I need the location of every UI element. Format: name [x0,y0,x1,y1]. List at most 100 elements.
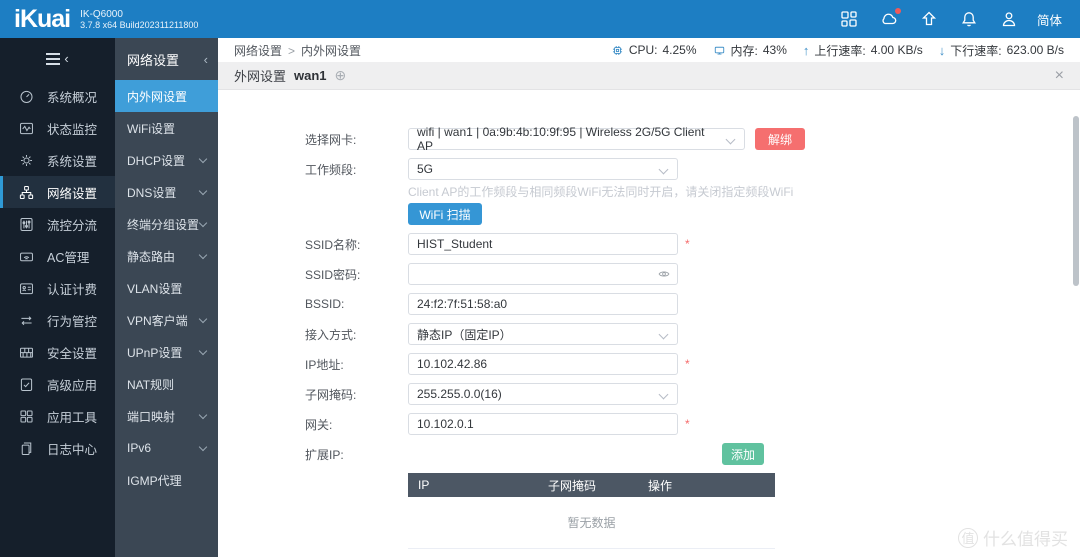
sidebar-item-advanced-apps[interactable]: 高级应用 [0,368,115,400]
sidebar-item-label: 高级应用 [47,378,98,393]
scrollbar-thumb[interactable] [1073,116,1079,286]
logs-icon [21,441,32,455]
mask-label: 子网掩码: [305,387,357,402]
cpu-icon [612,45,622,55]
downlink-value: 623.00 B/s [1006,43,1064,57]
id-card-icon [20,282,33,294]
breadcrumb-root[interactable]: 网络设置 [234,44,282,58]
sidebar-item-system-settings[interactable]: 系统设置 [0,144,115,176]
band-row: 工作频段: 5G [218,158,1080,180]
wifi-scan-button[interactable]: WiFi 扫描 [408,203,482,225]
chevron-down-icon [198,250,208,259]
ip-label: IP地址: [305,357,344,372]
gear-icon [20,154,33,166]
breadcrumb-current: 内外网设置 [301,43,362,58]
memory-value: 43% [762,43,787,57]
sidebar-item-app-tools[interactable]: 应用工具 [0,400,115,432]
gauge-icon [20,90,33,103]
monitor-wave-icon [20,122,33,134]
submenu-item-igmp-proxy[interactable]: IGMP代理 [115,464,218,496]
wifi-device-icon [20,252,33,261]
wan-tab-bar: 外网设置 wan1 ⊕ × [218,62,1080,90]
sidebar-item-label: 安全设置 [47,346,98,361]
firmware-build: 3.7.8 x64 Build202311211800 [80,20,199,30]
col-actions: 操作 [648,478,673,493]
eye-icon[interactable] [657,267,671,281]
sidebar-item-label: 应用工具 [47,410,98,425]
brand-logo: iKuai [14,5,71,33]
sidebar-collapse-toggle[interactable]: ‹ [0,38,115,80]
bell-icon[interactable] [959,9,979,29]
ext-ip-row: 扩展IP: 添加 [218,443,775,465]
add-ext-ip-button[interactable]: 添加 [722,443,764,465]
ip-row: IP地址: * [218,353,1080,375]
tab-wan1[interactable]: wan1 [294,68,327,83]
unbind-button[interactable]: 解绑 [755,128,805,150]
upgrade-icon[interactable] [919,9,939,29]
sidebar-item-system-overview[interactable]: 系统概况 [0,80,115,112]
submenu-item-ipv6[interactable]: IPv6 [115,432,218,464]
cloud-message-icon[interactable] [879,8,901,29]
submenu-item-dns[interactable]: DNS设置 [115,176,218,208]
close-icon[interactable]: × [1055,67,1064,84]
band-select[interactable]: 5G [408,158,678,180]
submenu-item-dhcp[interactable]: DHCP设置 [115,144,218,176]
submenu-title: 网络设置 [127,52,180,68]
sidebar-item-auth-billing[interactable]: 认证计费 [0,272,115,304]
language-switch[interactable]: 简体 [1037,10,1062,29]
nic-select[interactable]: wifi | wan1 | 0a:9b:4b:10:9f:95 | Wirele… [408,125,745,153]
gateway-row: 网关: * [218,413,1080,435]
apps-icon[interactable] [839,9,859,29]
chevron-down-icon [198,186,208,195]
ssid-password-input[interactable] [408,263,678,285]
band-label: 工作频段: [305,162,357,177]
sidebar-item-label: AC管理 [47,250,90,265]
submenu-item-wan-lan[interactable]: 内外网设置 [115,80,218,112]
required-marker: * [685,357,690,371]
add-wan-icon[interactable]: ⊕ [335,67,347,84]
submenu-item-upnp[interactable]: UPnP设置 [115,336,218,368]
sidebar-item-log-center[interactable]: 日志中心 [0,432,115,464]
vertical-scrollbar[interactable] [1073,116,1079,316]
info-bar: 网络设置 > 内外网设置 CPU: 4.25% 内存: 43% ↑ 上行速率: 4.00 … [218,38,1080,62]
sidebar-item-network-settings[interactable]: 网络设置 [0,176,115,208]
user-icon[interactable] [999,9,1019,29]
submenu-item-nat-rules[interactable]: NAT规则 [115,368,218,400]
sidebar-item-ac-management[interactable]: AC管理 [0,240,115,272]
cpu-value: 4.25% [662,43,697,57]
submenu-item-terminal-group[interactable]: 终端分组设置 [115,208,218,240]
submenu-item-vlan[interactable]: VLAN设置 [115,272,218,304]
submenu-item-vpn-client[interactable]: VPN客户端 [115,304,218,336]
sidebar-item-status-monitor[interactable]: 状态监控 [0,112,115,144]
ssid-input[interactable] [408,233,678,255]
sidebar-item-security-settings[interactable]: 安全设置 [0,336,115,368]
sidebar-item-flow-control[interactable]: 流控分流 [0,208,115,240]
uplink-stat: ↑ 上行速率: 4.00 KB/s [802,42,923,58]
submenu-item-wifi[interactable]: WiFi设置 [115,112,218,144]
password-label: SSID密码: [305,267,361,282]
mask-select[interactable]: 255.255.0.0(16) [408,383,678,405]
gateway-input[interactable] [408,413,678,435]
bssid-input[interactable] [408,293,678,315]
required-marker: * [685,237,690,251]
gateway-label: 网关: [305,417,333,432]
chevron-down-icon [198,314,208,323]
access-mode-select[interactable]: 静态IP（固定IP） [408,323,678,345]
collapse-arrow-icon: ‹ [64,51,69,66]
submenu-collapse-icon[interactable]: ‹ [204,52,208,67]
tab-title: 外网设置 [234,69,287,84]
arrow-down-icon: ↓ [938,42,946,58]
mask-row: 子网掩码: 255.255.0.0(16) [218,383,1080,405]
ip-input[interactable] [408,353,678,375]
col-mask: 子网掩码 [548,478,597,493]
submenu-item-port-mapping[interactable]: 端口映射 [115,400,218,432]
sidebar-item-behavior-control[interactable]: 行为管控 [0,304,115,336]
bssid-row: BSSID: [218,293,1080,315]
band-hint: Client AP的工作频段与相同频段WiFi无法同时开启，请关闭指定频段WiF… [408,185,794,199]
ssid-label: SSID名称: [305,237,361,252]
access-mode-label: 接入方式: [305,327,357,342]
ext-ip-table-header: IP 子网掩码 操作 [408,473,775,497]
topbar-icons [839,8,1019,29]
submenu-item-static-route[interactable]: 静态路由 [115,240,218,272]
ssid-row: SSID名称: * [218,233,1080,255]
